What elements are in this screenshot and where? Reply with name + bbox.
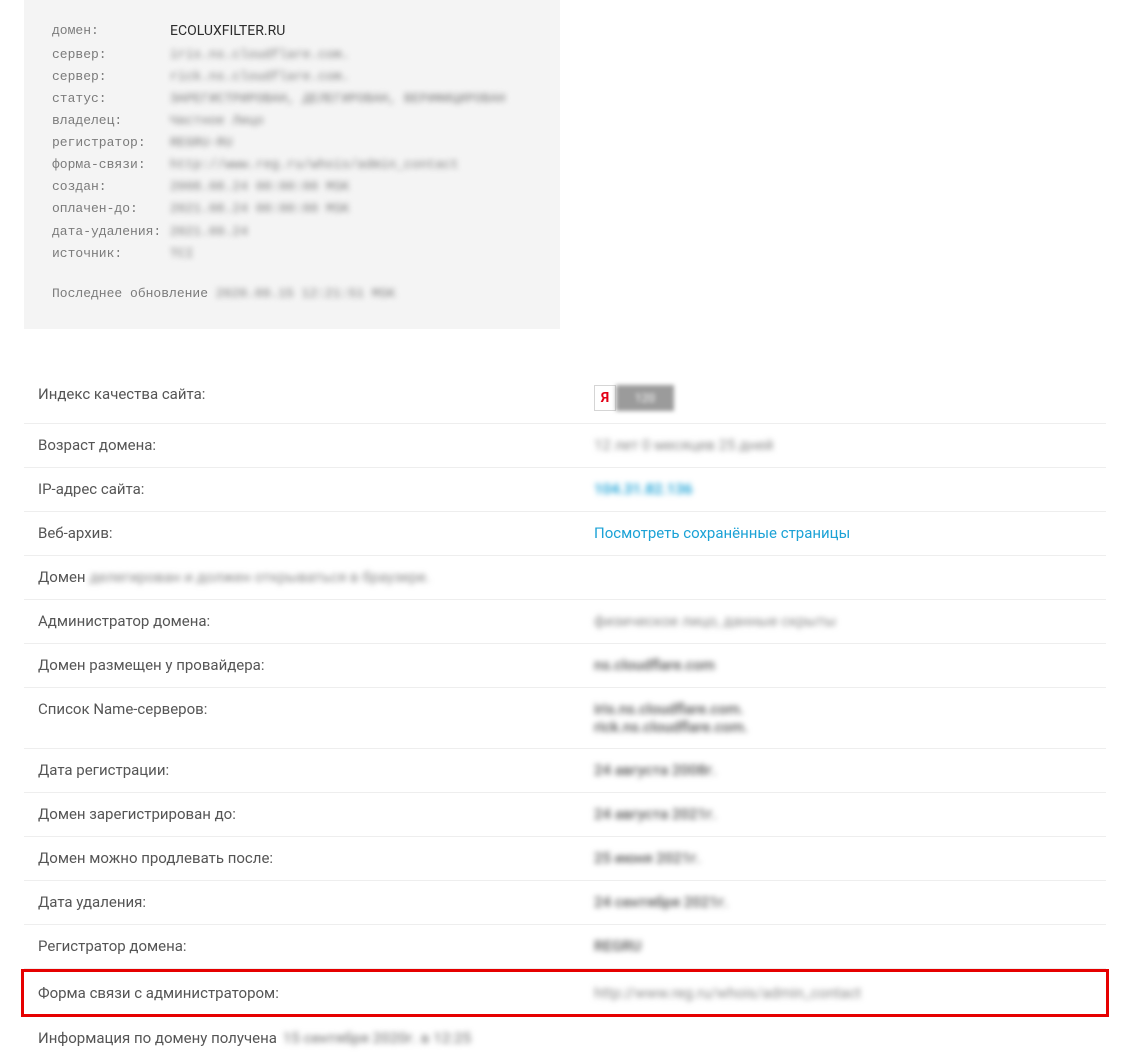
value-reg-until: 24 августа 2021г. bbox=[594, 805, 1094, 823]
row-quality-index: Индекс качества сайта: Я 120 bbox=[24, 373, 1106, 424]
whois-row: владелец:Частное Лицо bbox=[52, 110, 532, 132]
value-received: 15 сентября 2020г. в 12:25 bbox=[283, 1029, 471, 1047]
whois-block: домен:ECOLUXFILTER.RUсервер:iris.ns.clou… bbox=[24, 0, 560, 329]
label-reg-until: Домен зарегистрирован до: bbox=[38, 805, 594, 823]
label-received: Информация по домену получена bbox=[38, 1029, 277, 1047]
label-admin: Администратор домена: bbox=[38, 612, 594, 630]
whois-row: дата-удаления:2021.09.24 bbox=[52, 221, 532, 243]
whois-row: сервер:rick.ns.cloudflare.com. bbox=[52, 66, 532, 88]
whois-key: дата-удаления: bbox=[52, 221, 170, 243]
whois-row: домен:ECOLUXFILTER.RU bbox=[52, 20, 532, 44]
value-ip[interactable]: 104.31.82.136 bbox=[594, 480, 1094, 498]
row-renew-after: Домен можно продлевать после: 25 июня 20… bbox=[24, 837, 1106, 881]
whois-row: регистратор:REGRU-RU bbox=[52, 132, 532, 154]
label-renew: Домен можно продлевать после: bbox=[38, 849, 594, 867]
ns-line-2: rick.ns.cloudflare.com. bbox=[594, 718, 1094, 736]
label-archive: Веб-архив: bbox=[38, 524, 594, 542]
label-provider: Домен размещен у провайдера: bbox=[38, 656, 594, 674]
value-delegation: делегирован и должен открываться в брауз… bbox=[90, 568, 1094, 586]
value-del-date: 24 сентября 2021г. bbox=[594, 893, 1094, 911]
whois-value: 2021.08.24 00:00:00 MSK bbox=[170, 198, 349, 220]
label-ip: IP-адрес сайта: bbox=[38, 480, 594, 498]
label-registrar: Регистратор домена: bbox=[38, 937, 594, 955]
label-delegation: Домен bbox=[38, 568, 86, 586]
whois-footer-value: 2020.09.15 12:21:51 MSK bbox=[216, 283, 395, 305]
row-delegation-status: Домен делегирован и должен открываться в… bbox=[24, 556, 1106, 600]
value-provider: ns.cloudflare.com bbox=[594, 656, 1094, 674]
value-registrar: REGRU bbox=[594, 937, 1094, 955]
value-age: 12 лет 0 месяцев 25 дней bbox=[594, 436, 1094, 454]
value-contact-form[interactable]: http://www.reg.ru/whois/admin_contact bbox=[594, 984, 1094, 1002]
whois-row: оплачен-до:2021.08.24 00:00:00 MSK bbox=[52, 198, 532, 220]
domain-info-table: Индекс качества сайта: Я 120 Возраст дом… bbox=[24, 373, 1106, 1059]
whois-row: сервер:iris.ns.cloudflare.com. bbox=[52, 44, 532, 66]
label-del-date: Дата удаления: bbox=[38, 893, 594, 911]
yandex-iks-badge[interactable]: Я 120 bbox=[594, 385, 674, 411]
whois-value: ECOLUXFILTER.RU bbox=[170, 20, 285, 44]
whois-value: Частное Лицо bbox=[170, 110, 264, 132]
whois-value: REGRU-RU bbox=[170, 132, 232, 154]
whois-value: TCI bbox=[170, 243, 193, 265]
row-domain-admin: Администратор домена: физическое лицо, д… bbox=[24, 600, 1106, 644]
whois-footer-label: Последнее обновление bbox=[52, 283, 208, 305]
whois-value: iris.ns.cloudflare.com. bbox=[170, 44, 349, 66]
value-admin: физическое лицо, данные скрыты bbox=[594, 612, 1094, 630]
row-info-received: Информация по домену получена 15 сентябр… bbox=[24, 1017, 1106, 1059]
link-archive[interactable]: Посмотреть сохранённые страницы bbox=[594, 524, 1094, 542]
row-registered-until: Домен зарегистрирован до: 24 августа 202… bbox=[24, 793, 1106, 837]
row-domain-registrar: Регистратор домена: REGRU bbox=[24, 925, 1106, 969]
label-age: Возраст домена: bbox=[38, 436, 594, 454]
yandex-iks-value: 120 bbox=[616, 385, 674, 411]
whois-key: владелец: bbox=[52, 110, 170, 132]
whois-key: форма-связи: bbox=[52, 154, 170, 176]
row-name-servers: Список Name-серверов: iris.ns.cloudflare… bbox=[24, 688, 1106, 749]
whois-key: оплачен-до: bbox=[52, 198, 170, 220]
row-deletion-date: Дата удаления: 24 сентября 2021г. bbox=[24, 881, 1106, 925]
whois-value: http://www.reg.ru/whois/admin_contact bbox=[170, 154, 459, 176]
whois-value: 2008.08.24 00:00:00 MSK bbox=[170, 176, 349, 198]
row-ip-address: IP-адрес сайта: 104.31.82.136 bbox=[24, 468, 1106, 512]
whois-row: создан:2008.08.24 00:00:00 MSK bbox=[52, 176, 532, 198]
yandex-logo-icon: Я bbox=[594, 385, 616, 411]
whois-key: сервер: bbox=[52, 44, 170, 66]
whois-key: регистратор: bbox=[52, 132, 170, 154]
whois-value: 2021.09.24 bbox=[170, 221, 248, 243]
value-quality: Я 120 bbox=[594, 385, 1094, 411]
label-contact-form: Форма связи с администратором: bbox=[38, 984, 594, 1002]
row-domain-age: Возраст домена: 12 лет 0 месяцев 25 дней bbox=[24, 424, 1106, 468]
whois-value: ЗАРЕГИСТРИРОВАН, ДЕЛЕГИРОВАН, ВЕРИФИЦИРО… bbox=[170, 88, 505, 110]
whois-key: домен: bbox=[52, 20, 170, 44]
whois-key: сервер: bbox=[52, 66, 170, 88]
label-ns: Список Name-серверов: bbox=[38, 700, 594, 718]
row-registration-date: Дата регистрации: 24 августа 2008г. bbox=[24, 749, 1106, 793]
whois-row: источник:TCI bbox=[52, 243, 532, 265]
whois-last-update: Последнее обновление 2020.09.15 12:21:51… bbox=[52, 283, 532, 305]
label-quality: Индекс качества сайта: bbox=[38, 385, 594, 403]
value-ns: iris.ns.cloudflare.com. rick.ns.cloudfla… bbox=[594, 700, 1094, 736]
whois-key: источник: bbox=[52, 243, 170, 265]
whois-key: статус: bbox=[52, 88, 170, 110]
whois-row: статус:ЗАРЕГИСТРИРОВАН, ДЕЛЕГИРОВАН, ВЕР… bbox=[52, 88, 532, 110]
ns-line-1: iris.ns.cloudflare.com. bbox=[594, 700, 1094, 718]
whois-key: создан: bbox=[52, 176, 170, 198]
row-web-archive: Веб-архив: Посмотреть сохранённые страни… bbox=[24, 512, 1106, 556]
label-reg-date: Дата регистрации: bbox=[38, 761, 594, 779]
whois-row: форма-связи:http://www.reg.ru/whois/admi… bbox=[52, 154, 532, 176]
value-reg-date: 24 августа 2008г. bbox=[594, 761, 1094, 779]
row-hosting-provider: Домен размещен у провайдера: ns.cloudfla… bbox=[24, 644, 1106, 688]
row-admin-contact-form: Форма связи с администратором: http://ww… bbox=[21, 969, 1109, 1017]
value-renew: 25 июня 2021г. bbox=[594, 849, 1094, 867]
whois-value: rick.ns.cloudflare.com. bbox=[170, 66, 349, 88]
